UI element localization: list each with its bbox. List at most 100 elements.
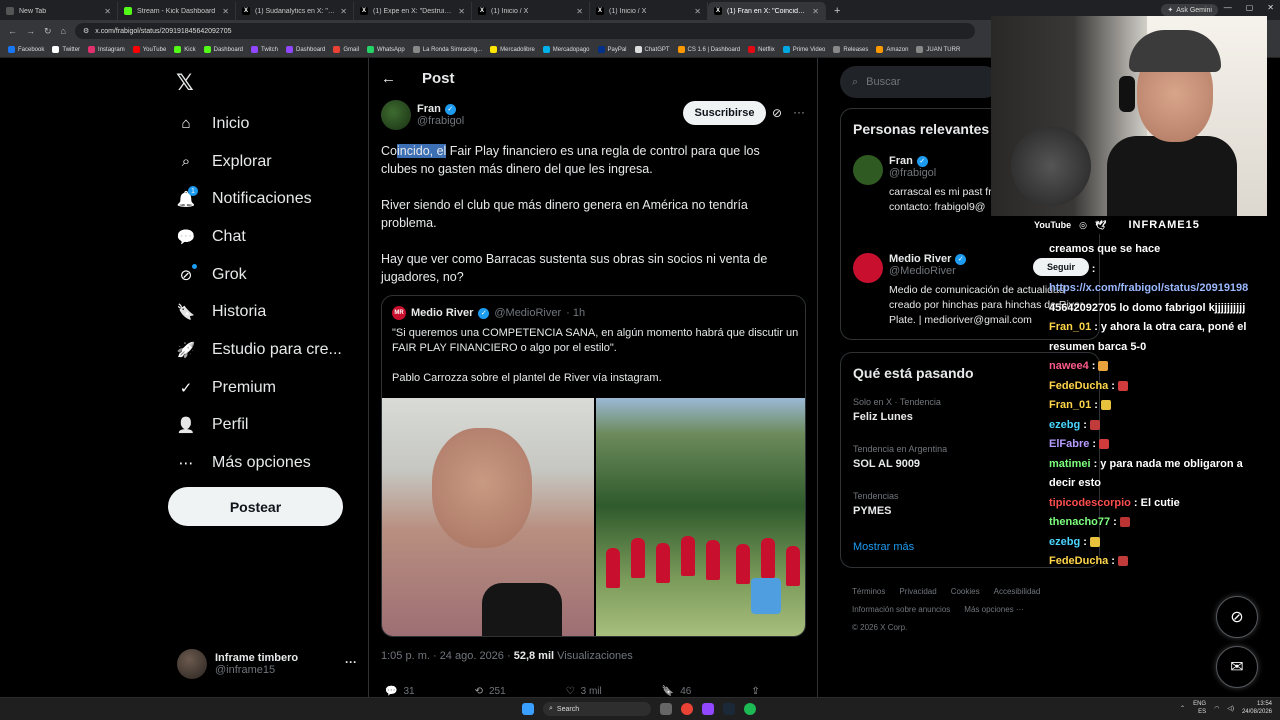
- footer-link[interactable]: Términos: [852, 587, 885, 596]
- bookmark-item[interactable]: ChatGPT: [634, 46, 670, 53]
- footer-link[interactable]: © 2026 X Corp.: [852, 623, 907, 632]
- taskbar-search[interactable]: ⌕ Search: [543, 702, 651, 716]
- chat-username[interactable]: ezebg: [1049, 419, 1080, 431]
- browser-tab[interactable]: New Tab ✕: [0, 2, 118, 20]
- quote-image-speaker[interactable]: [382, 398, 594, 636]
- close-window-icon[interactable]: ✕: [1267, 3, 1274, 12]
- new-tab-button[interactable]: +: [826, 2, 848, 20]
- bookmark-item[interactable]: WhatsApp: [367, 46, 405, 53]
- follow-button[interactable]: Seguir: [1033, 258, 1089, 276]
- sidebar-item-explorar[interactable]: ⌕ Explorar: [176, 143, 366, 181]
- sidebar-item-chat[interactable]: 💬 Chat: [176, 218, 366, 256]
- bookmark-item[interactable]: La Ronda Simracing...: [412, 46, 482, 53]
- bookmark-item[interactable]: Instagram: [88, 46, 125, 53]
- repost-button[interactable]: ⟲ 251: [475, 686, 506, 697]
- chat-username[interactable]: Fran_01: [1049, 399, 1091, 411]
- steam-icon[interactable]: [723, 703, 735, 715]
- bookmark-item[interactable]: Dashboard: [203, 46, 243, 53]
- maximize-icon[interactable]: ▢: [1246, 3, 1254, 12]
- back-icon[interactable]: ←: [8, 26, 17, 36]
- chat-username[interactable]: matimei: [1049, 458, 1091, 470]
- windows-start-icon[interactable]: [522, 703, 534, 715]
- grok-fab-icon[interactable]: ⊘: [1216, 596, 1258, 638]
- sidebar-item-premium[interactable]: ✓ Premium: [176, 369, 366, 407]
- bookmark-item[interactable]: Netflix: [748, 46, 775, 53]
- bookmark-item[interactable]: Prime Video: [782, 46, 825, 53]
- close-tab-icon[interactable]: ✕: [576, 7, 583, 16]
- footer-link[interactable]: Accesibilidad: [994, 587, 1041, 596]
- bookmark-item[interactable]: Twitch: [251, 46, 278, 53]
- x-logo[interactable]: 𝕏: [176, 70, 194, 96]
- chat-username[interactable]: nawee4: [1049, 360, 1089, 372]
- sidebar-item-perfil[interactable]: 👤 Perfil: [176, 407, 366, 445]
- bookmark-item[interactable]: Amazon: [876, 46, 908, 53]
- bookmark-item[interactable]: Kick: [174, 46, 196, 53]
- bookmark-item[interactable]: YouTube: [132, 46, 166, 53]
- obs-icon[interactable]: [702, 703, 714, 715]
- home-icon[interactable]: ⌂: [61, 26, 66, 36]
- post-author[interactable]: Fran ✓ @frabigol: [381, 100, 464, 130]
- chat-username[interactable]: FedeDucha: [1049, 555, 1108, 567]
- messages-fab-icon[interactable]: ✉: [1216, 646, 1258, 688]
- tray-chevron-icon[interactable]: ⌃: [1180, 705, 1185, 712]
- close-tab-icon[interactable]: ✕: [222, 7, 229, 16]
- footer-link[interactable]: Más opciones ···: [964, 605, 1024, 614]
- chat-username[interactable]: tipicodescorpio: [1049, 497, 1131, 509]
- browser-tab[interactable]: X (1) Sudanalytics en X: "EL CLUB ✕: [236, 2, 354, 20]
- sidebar-item-grok[interactable]: ⊘ Grok: [176, 256, 366, 294]
- chat-text[interactable]: https://x.com/frabigol/status/20919198: [1049, 282, 1248, 294]
- bookmark-item[interactable]: Twitter: [52, 46, 80, 53]
- avatar[interactable]: [853, 155, 883, 185]
- wifi-icon[interactable]: ◠: [1214, 705, 1219, 712]
- browser-tab[interactable]: Stream - Kick Dashboard ✕: [118, 2, 236, 20]
- close-tab-icon[interactable]: ✕: [104, 7, 111, 16]
- footer-link[interactable]: Privacidad: [899, 587, 936, 596]
- reload-icon[interactable]: ↻: [44, 26, 52, 37]
- chat-username[interactable]: thenacho77: [1049, 516, 1110, 528]
- footer-link[interactable]: Información sobre anuncios: [852, 605, 950, 614]
- chat-username[interactable]: ElFabre: [1049, 438, 1089, 450]
- chrome-icon[interactable]: [681, 703, 693, 715]
- more-icon[interactable]: ···: [793, 105, 805, 119]
- browser-tab[interactable]: X (1) Inicio / X ✕: [472, 2, 590, 20]
- close-tab-icon[interactable]: ✕: [812, 7, 819, 16]
- share-button[interactable]: ⇪: [751, 686, 765, 697]
- grok-icon[interactable]: ⊘: [772, 106, 782, 120]
- back-arrow-icon[interactable]: ←: [381, 70, 396, 87]
- bookmark-item[interactable]: JUAN TURR: [916, 46, 960, 53]
- chat-username[interactable]: FedeDucha: [1049, 380, 1108, 392]
- forward-icon[interactable]: →: [26, 26, 35, 36]
- volume-icon[interactable]: ◁): [1227, 705, 1234, 712]
- show-more-link[interactable]: Mostrar más: [853, 541, 914, 553]
- footer-link[interactable]: Cookies: [951, 587, 980, 596]
- trend-item[interactable]: Tendencia en Argentina SOL AL 9009: [853, 444, 947, 470]
- sidebar-item-notificaciones[interactable]: 🔔 Notificaciones 1: [176, 180, 366, 218]
- clock[interactable]: 13:54 24/08/2026: [1242, 700, 1272, 716]
- browser-tab[interactable]: X (1) Fran en X: "Coincido, el Fair ✕: [708, 2, 826, 20]
- trend-item[interactable]: Solo en X · Tendencia Feliz Lunes: [853, 397, 941, 423]
- spotify-icon[interactable]: [744, 703, 756, 715]
- bookmark-item[interactable]: Releases: [833, 46, 868, 53]
- task-view-icon[interactable]: [660, 703, 672, 715]
- reply-button[interactable]: 💬 31: [385, 686, 415, 697]
- browser-tab[interactable]: X (1) Inicio / X ✕: [590, 2, 708, 20]
- bookmark-item[interactable]: Dashboard: [286, 46, 325, 53]
- chat-username[interactable]: Fran_01: [1049, 321, 1091, 333]
- close-tab-icon[interactable]: ✕: [694, 7, 701, 16]
- bookmark-item[interactable]: Mercadopago: [542, 46, 590, 53]
- close-tab-icon[interactable]: ✕: [340, 7, 347, 16]
- chat-username[interactable]: ezebg: [1049, 536, 1080, 548]
- bookmark-item[interactable]: Mercadolibre: [490, 46, 535, 53]
- post-button[interactable]: Postear: [168, 487, 343, 526]
- like-button[interactable]: ♡ 3 mil: [566, 686, 602, 697]
- ask-gemini-button[interactable]: ✦ Ask Gemini: [1161, 4, 1218, 16]
- url-input[interactable]: ⚙ x.com/frabigol/status/2091918456420927…: [74, 23, 975, 39]
- site-info-icon[interactable]: ⚙: [83, 27, 89, 35]
- bookmark-item[interactable]: PayPal: [597, 46, 627, 53]
- minimize-icon[interactable]: —: [1224, 3, 1232, 12]
- subscribe-button[interactable]: Suscribirse: [683, 101, 766, 125]
- quote-image-team[interactable]: [596, 398, 805, 636]
- search-input[interactable]: ⌕ Buscar: [840, 66, 1000, 98]
- trend-item[interactable]: Tendencias PYMES: [853, 491, 899, 517]
- more-icon[interactable]: ···: [345, 655, 357, 669]
